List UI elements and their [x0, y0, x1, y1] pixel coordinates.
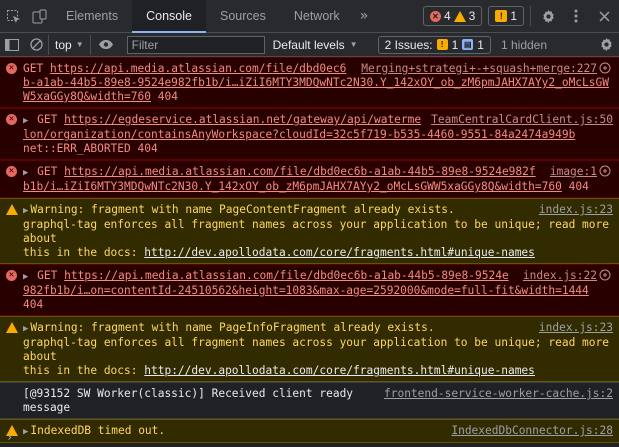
- network-request-icon[interactable]: [599, 269, 613, 283]
- network-request-icon[interactable]: [599, 62, 613, 76]
- tab-console[interactable]: Console: [132, 0, 206, 33]
- log-levels-label: Default levels: [272, 37, 345, 52]
- request-status: 404: [157, 90, 178, 103]
- message-source-link[interactable]: index.js:23: [539, 321, 613, 335]
- info-issue-icon: ▤: [462, 39, 474, 50]
- docs-link[interactable]: http://dev.apollodata.com/core/fragments…: [144, 364, 535, 377]
- devtools-tabbar: Elements Console Sources Network » ✕ 4 3…: [0, 0, 619, 33]
- request-method: GET: [37, 269, 58, 282]
- expand-caret-icon[interactable]: ▶: [23, 116, 28, 126]
- console-message-error[interactable]: ✕ index.js:22 ▶ GET https://api.media.at…: [0, 264, 619, 316]
- message-source-link[interactable]: image:1: [550, 165, 597, 179]
- divider: [530, 6, 531, 26]
- request-url[interactable]: https://api.media.atlassian.com/file/dbd…: [23, 269, 589, 297]
- request-method: GET: [37, 165, 58, 178]
- chevron-down-icon: ▼: [349, 40, 358, 49]
- inspect-element-icon[interactable]: [0, 0, 26, 32]
- request-status: net::ERR_ABORTED 404: [23, 142, 158, 155]
- issues-counter[interactable]: ! 1: [488, 6, 524, 26]
- console-message-error[interactable]: ✕ image:1 ▶ GET https://api.media.atlass…: [0, 160, 619, 198]
- warning-docs-prefix: this in the docs:: [23, 364, 145, 377]
- expand-caret-icon[interactable]: ▶: [23, 168, 28, 178]
- warning-icon: [6, 322, 18, 333]
- docs-link[interactable]: http://dev.apollodata.com/core/fragments…: [144, 246, 535, 259]
- console-message-info[interactable]: frontend-service-worker-cache.js:2 [@931…: [0, 382, 619, 419]
- warning-text: Warning: fragment with name PageContentF…: [30, 203, 455, 216]
- hidden-count: 1 hidden: [500, 37, 548, 52]
- filter-input[interactable]: [126, 35, 265, 54]
- warning-detail: graphql-tag enforces all fragment names …: [23, 218, 609, 245]
- issues-warn-count: 1: [451, 37, 459, 52]
- console-message-warning[interactable]: index.js:23 ▶ Warning: fragment with name…: [0, 198, 619, 264]
- context-selector[interactable]: top ▼: [49, 38, 90, 52]
- warning-docs-prefix: this in the docs:: [23, 246, 145, 259]
- error-icon: ✕: [6, 270, 17, 281]
- network-request-icon[interactable]: [599, 165, 613, 179]
- close-icon[interactable]: [593, 5, 615, 27]
- error-icon: ✕: [6, 166, 17, 177]
- console-settings-gear-icon[interactable]: [593, 33, 619, 57]
- message-source-link[interactable]: index.js:22: [523, 269, 597, 283]
- chevron-down-icon: ▼: [75, 40, 84, 49]
- console-message-warning[interactable]: index.js:23 ▶ Warning: fragment with name…: [0, 316, 619, 382]
- issues-info-count: 1: [477, 37, 484, 52]
- warning-issue-icon: !: [436, 39, 448, 50]
- console-message-error[interactable]: ✕ TeamCentralCardClient.js:50 ▶ GET http…: [0, 108, 619, 160]
- tab-elements[interactable]: Elements: [52, 0, 132, 32]
- warning-icon: [453, 10, 466, 22]
- expand-caret-icon[interactable]: ▶: [23, 324, 28, 334]
- warning-icon: [6, 204, 18, 215]
- issue-icon: !: [495, 10, 508, 22]
- sidebar-toggle-icon[interactable]: [0, 33, 24, 57]
- issues-button[interactable]: 2 Issues: ! 1 ▤ 1: [377, 35, 491, 54]
- request-status: 404: [568, 180, 589, 193]
- message-source-link[interactable]: Merging+strategi+-+squash+merge:227: [361, 62, 597, 76]
- info-text: [@93152 SW Worker(classic)] Received cli…: [23, 387, 354, 414]
- tab-network[interactable]: Network: [280, 0, 354, 32]
- issues-label: 2 Issues:: [384, 37, 433, 52]
- tab-sources[interactable]: Sources: [206, 0, 280, 32]
- warning-text: Warning: fragment with name PageInfoFrag…: [30, 321, 435, 334]
- message-source-link[interactable]: frontend-service-worker-cache.js:2: [384, 387, 613, 401]
- device-toolbar-icon[interactable]: [26, 0, 52, 32]
- warning-detail: graphql-tag enforces all fragment names …: [23, 336, 609, 363]
- settings-gear-icon[interactable]: [537, 5, 559, 27]
- console-prompt-caret[interactable]: ›: [6, 429, 619, 447]
- warning-count: 3: [468, 9, 476, 23]
- more-tabs-button[interactable]: »: [354, 0, 375, 32]
- error-icon: ✕: [429, 10, 441, 22]
- request-status: 404: [23, 298, 44, 311]
- error-icon: ✕: [6, 63, 17, 74]
- message-source-link[interactable]: TeamCentralCardClient.js:50: [431, 113, 613, 127]
- expand-caret-icon[interactable]: ▶: [23, 272, 28, 282]
- clear-console-icon[interactable]: [24, 33, 48, 57]
- console-filterbar: top ▼ Default levels ▼ 2 Issues: ! 1 ▤ 1…: [0, 33, 619, 57]
- console-message-error[interactable]: ✕ Merging+strategi+-+squash+merge:227 GE…: [0, 57, 619, 108]
- expand-caret-icon[interactable]: ▶: [23, 206, 28, 216]
- console-messages: ✕ Merging+strategi+-+squash+merge:227 GE…: [0, 57, 619, 447]
- issue-count: 1: [510, 9, 517, 23]
- live-expression-eye-icon[interactable]: [91, 33, 121, 57]
- context-label: top: [55, 37, 72, 52]
- more-options-icon[interactable]: [565, 5, 587, 27]
- error-icon: ✕: [6, 114, 17, 125]
- log-levels-dropdown[interactable]: Default levels ▼: [273, 38, 358, 52]
- message-source-link[interactable]: index.js:23: [539, 203, 613, 217]
- request-url[interactable]: https://api.media.atlassian.com/file/dbd…: [23, 165, 562, 193]
- request-method: GET: [37, 113, 58, 126]
- request-method: GET: [23, 62, 44, 75]
- error-count: 4: [443, 9, 451, 23]
- error-warning-counter[interactable]: ✕ 4 3: [422, 6, 483, 26]
